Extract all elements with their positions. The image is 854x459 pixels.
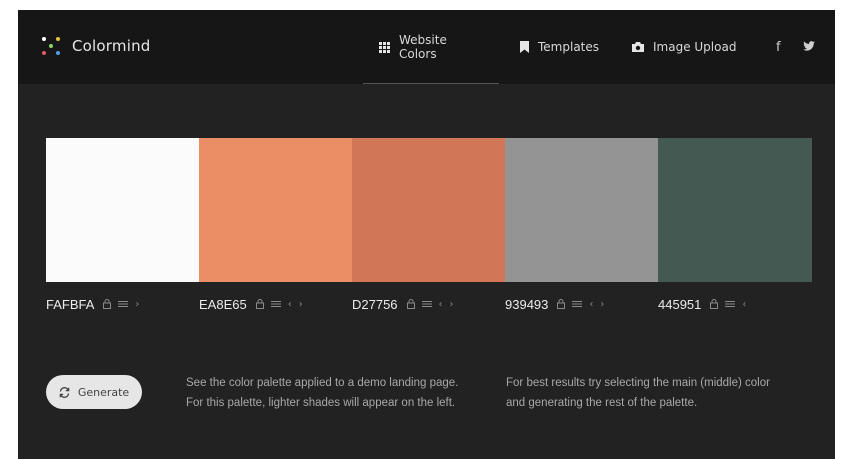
brand[interactable]: Colormind xyxy=(40,32,151,60)
logo-dot xyxy=(42,37,46,41)
sliders-icon[interactable] xyxy=(270,300,281,308)
sliders-icon[interactable] xyxy=(725,300,736,308)
swatch-2-code: EA8E65 ‹ › xyxy=(199,293,303,315)
swatch-4-code: 939493 ‹ › xyxy=(505,293,604,315)
app-frame: Colormind Website Colors Templates Image… xyxy=(18,10,835,459)
chevron-left-icon[interactable]: ‹ xyxy=(742,299,746,310)
swatch-1-code: FAFBFA › xyxy=(46,293,139,315)
sliders-icon[interactable] xyxy=(421,300,432,308)
camera-icon xyxy=(632,42,644,52)
chevron-left-icon[interactable]: ‹ xyxy=(589,299,593,310)
generate-button[interactable]: Generate xyxy=(46,375,142,409)
grid-icon xyxy=(379,41,390,53)
chevron-right-icon[interactable]: › xyxy=(450,299,454,310)
lock-icon[interactable] xyxy=(406,299,415,309)
swatch-5-code: 445951 ‹ xyxy=(658,293,746,315)
chevron-left-icon[interactable]: ‹ xyxy=(439,299,443,310)
nav-label: Image Upload xyxy=(653,40,737,54)
nav-website-colors[interactable]: Website Colors xyxy=(363,10,499,84)
swatch-codes: FAFBFA › EA8E65 ‹ › D27756 ‹ › 939493 ‹ … xyxy=(46,293,812,315)
swatch-1[interactable] xyxy=(46,138,199,282)
nav-label: Templates xyxy=(538,40,600,54)
facebook-link[interactable]: f xyxy=(776,10,781,84)
lock-icon[interactable] xyxy=(103,299,112,309)
hex-code: FAFBFA xyxy=(46,296,95,312)
nav-templates[interactable]: Templates xyxy=(520,10,599,84)
facebook-icon: f xyxy=(776,39,781,55)
hex-code: 939493 xyxy=(505,296,549,312)
twitter-link[interactable] xyxy=(803,10,815,84)
generate-label: Generate xyxy=(77,385,130,399)
logo-dot xyxy=(56,37,60,41)
refresh-icon xyxy=(59,386,70,398)
brand-name: Colormind xyxy=(72,37,151,55)
nav-image-upload[interactable]: Image Upload xyxy=(632,10,736,84)
swatch-5[interactable] xyxy=(658,138,812,282)
swatch-2[interactable] xyxy=(199,138,352,282)
swatch-4[interactable] xyxy=(505,138,658,282)
info-right: For best results try selecting the main … xyxy=(506,373,806,413)
hex-code: D27756 xyxy=(352,296,398,312)
palette xyxy=(46,138,812,282)
chevron-right-icon[interactable]: › xyxy=(299,299,303,310)
lock-icon[interactable] xyxy=(557,299,566,309)
nav-label: Website Colors xyxy=(399,33,447,61)
info-right-line-2: and generating the rest of the palette. xyxy=(506,397,698,409)
swatch-3[interactable] xyxy=(352,138,505,282)
lock-icon[interactable] xyxy=(255,299,264,309)
twitter-icon xyxy=(803,40,815,55)
sliders-icon[interactable] xyxy=(572,300,583,308)
swatch-3-code: D27756 ‹ › xyxy=(352,293,454,315)
chevron-left-icon[interactable]: ‹ xyxy=(288,299,292,310)
bookmark-icon xyxy=(520,41,529,53)
hex-code: 445951 xyxy=(658,296,702,312)
info-left-line-1: See the color palette applied to a demo … xyxy=(186,377,459,389)
info-left-line-2: For this palette, lighter shades will ap… xyxy=(186,397,456,409)
info-left: See the color palette applied to a demo … xyxy=(186,373,486,413)
hex-code: EA8E65 xyxy=(199,296,247,312)
info-right-line-1: For best results try selecting the main … xyxy=(506,377,770,389)
logo-dot xyxy=(56,51,60,55)
chevron-right-icon[interactable]: › xyxy=(600,299,604,310)
sliders-icon[interactable] xyxy=(118,300,129,308)
logo-dot xyxy=(42,51,46,55)
logo-dot xyxy=(49,44,53,48)
chevron-right-icon[interactable]: › xyxy=(135,299,139,310)
top-bar: Colormind Website Colors Templates Image… xyxy=(18,10,835,84)
colormind-logo-icon xyxy=(40,35,62,57)
lock-icon[interactable] xyxy=(710,299,719,309)
